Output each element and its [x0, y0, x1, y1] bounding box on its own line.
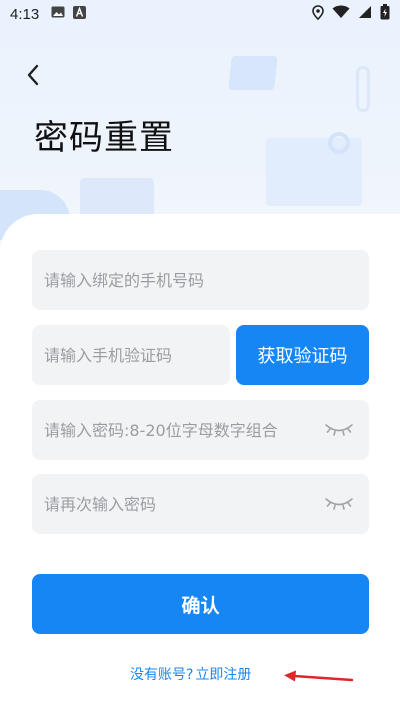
decoration-clip [356, 66, 370, 112]
confirm-password-field[interactable] [32, 474, 369, 534]
status-time: 4:13 [10, 5, 40, 23]
phone-field[interactable] [32, 250, 369, 310]
phone-input[interactable] [44, 270, 357, 290]
wifi-icon [332, 5, 350, 23]
chevron-left-icon [27, 64, 39, 86]
image-icon [51, 6, 65, 22]
register-prompt: 没有账号? 立即注册 [130, 664, 251, 684]
eye-closed-icon[interactable] [323, 492, 355, 514]
eye-closed-icon[interactable] [323, 418, 355, 440]
page-title: 密码重置 [34, 118, 174, 158]
confirm-button[interactable]: 确认 [32, 574, 369, 634]
annotation-arrow-icon [284, 670, 354, 682]
battery-icon [380, 4, 390, 24]
status-icons [312, 4, 390, 24]
text-a-icon [73, 5, 87, 23]
password-field[interactable] [32, 400, 369, 460]
verification-code-field[interactable] [32, 325, 230, 385]
verification-code-input[interactable] [44, 345, 218, 365]
password-input[interactable] [44, 420, 323, 440]
confirm-password-input[interactable] [44, 494, 323, 514]
signal-icon [358, 5, 372, 23]
back-button[interactable] [20, 62, 46, 88]
status-bar: 4:13 [0, 0, 400, 28]
decoration-shape [228, 56, 278, 90]
location-icon [312, 4, 324, 24]
no-account-text: 没有账号? [130, 667, 194, 683]
get-code-button[interactable]: 获取验证码 [236, 325, 369, 385]
decoration-shape [80, 178, 154, 218]
register-link[interactable]: 立即注册 [195, 664, 251, 684]
decoration-ring [328, 132, 350, 154]
